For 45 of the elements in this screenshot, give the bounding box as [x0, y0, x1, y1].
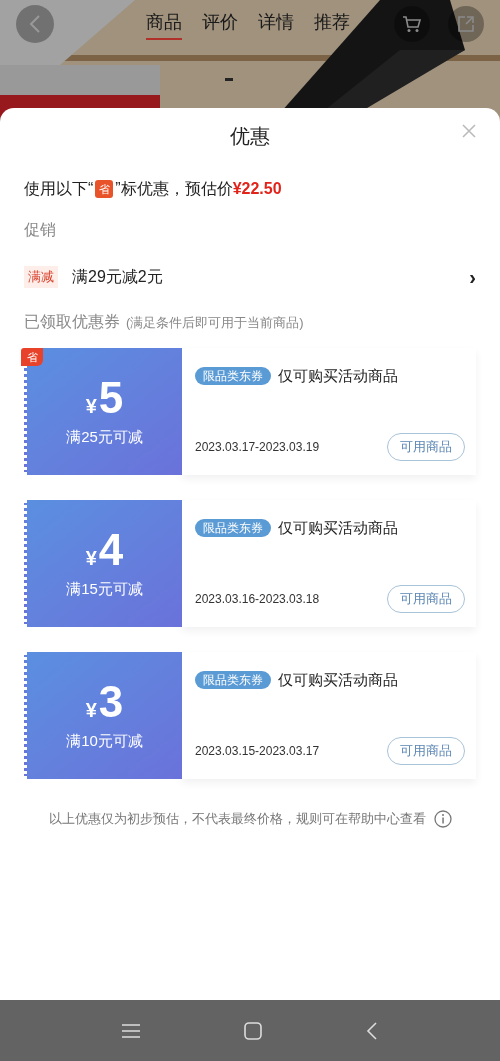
coupon-description: 仅可购买活动商品: [278, 518, 398, 538]
back-icon[interactable]: [366, 1021, 378, 1040]
validity-dates: 2023.03.17-2023.03.19: [195, 439, 320, 456]
section-note: (满足条件后即可用于当前商品): [126, 314, 304, 332]
nav-tab[interactable]: 推荐: [314, 8, 350, 40]
validity-dates: 2023.03.16-2023.03.18: [195, 591, 320, 608]
coupon-condition: 满25元可减: [66, 427, 143, 448]
summary-text: ”标优惠，预估价: [115, 179, 233, 199]
coupon-tag: 限品类东券: [195, 671, 271, 690]
coupon-description: 仅可购买活动商品: [278, 366, 398, 386]
coupon-amount: 5: [98, 374, 124, 423]
disclaimer-text: 以上优惠仅为初步预估，不代表最终价格，规则可在帮助中心查看: [48, 810, 426, 828]
coupon-tag: 限品类东券: [195, 519, 271, 538]
estimated-price: ¥22.50: [232, 179, 282, 199]
nav-tab[interactable]: 商品: [146, 8, 182, 40]
cart-icon: [402, 15, 422, 33]
info-icon[interactable]: [433, 809, 452, 828]
currency-sign: ¥: [85, 698, 97, 724]
promo-text: 满29元减2元: [72, 267, 163, 287]
currency-sign: ¥: [85, 394, 97, 420]
promo-row[interactable]: 满减 满29元减2元 ›: [24, 260, 476, 294]
section-heading: 已领取优惠券: [24, 312, 120, 332]
share-icon: [457, 15, 475, 33]
coupon-tag: 限品类东券: [195, 367, 271, 386]
validity-dates: 2023.03.15-2023.03.17: [195, 743, 320, 760]
coupon-condition: 满10元可减: [66, 731, 143, 752]
promo-tag: 满减: [24, 266, 58, 288]
menu-icon[interactable]: [122, 1022, 140, 1039]
nav-tab[interactable]: 评价: [202, 8, 238, 40]
back-icon: [29, 14, 41, 34]
coupon-amount: 4: [98, 526, 124, 575]
currency-sign: ¥: [85, 546, 97, 572]
sheet-title: 优惠: [230, 124, 270, 149]
chevron: ›: [469, 265, 476, 290]
cart-button[interactable]: [394, 6, 430, 42]
share-button[interactable]: [448, 6, 484, 42]
coupon-description: 仅可购买活动商品: [278, 670, 398, 690]
home-icon[interactable]: [244, 1021, 262, 1040]
coupon-condition: 满15元可减: [66, 579, 143, 600]
save-badge: 省: [21, 348, 43, 366]
summary-text: 使用以下“: [24, 179, 94, 199]
save-badge: 省: [95, 180, 114, 198]
nav-tab[interactable]: 详情: [258, 8, 294, 40]
section-heading: 促销: [23, 220, 57, 240]
coupon-amount: 3: [98, 678, 124, 727]
